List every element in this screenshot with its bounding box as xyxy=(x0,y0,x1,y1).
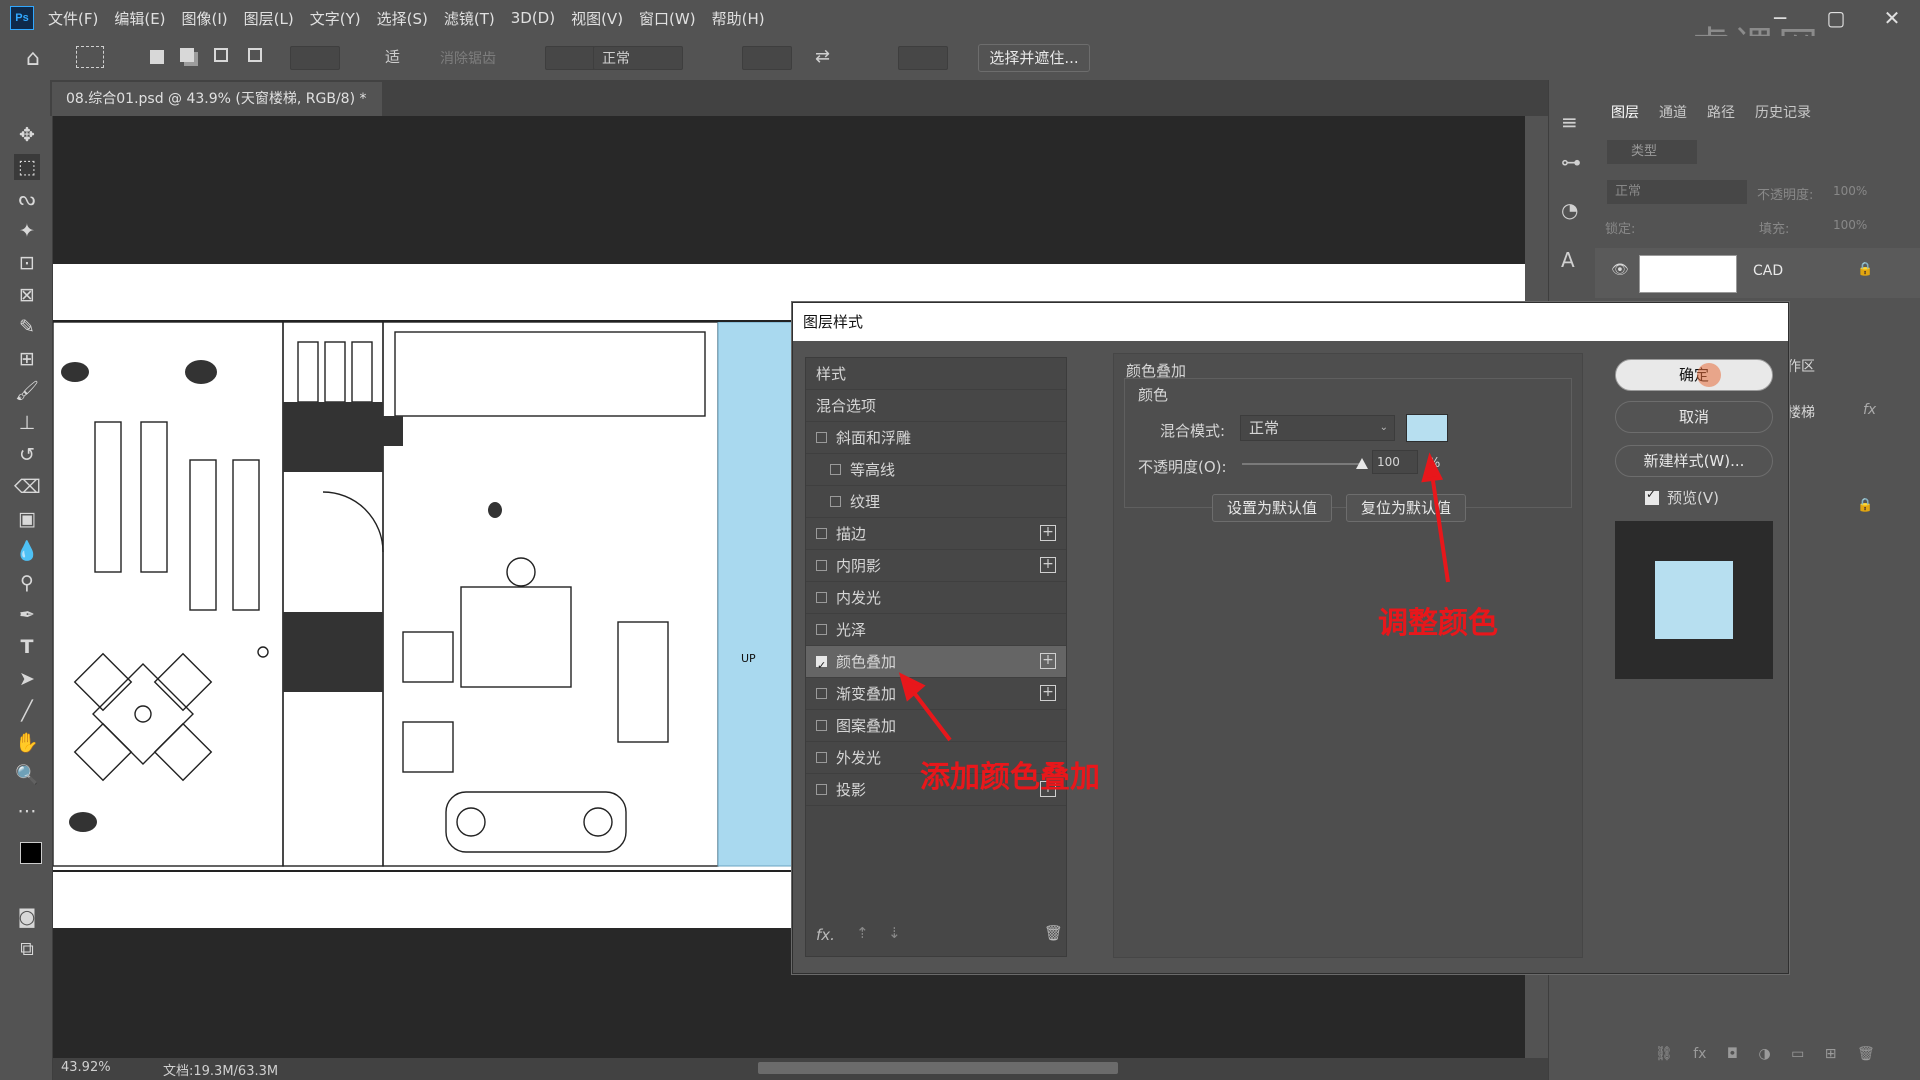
annotation-add-overlay: 添加颜色叠加 xyxy=(920,760,1100,795)
arrow-head-icon xyxy=(898,672,926,702)
arrow-head-icon-2 xyxy=(1421,452,1444,483)
annotation-adjust-color: 调整颜色 xyxy=(1378,606,1498,641)
arrow-to-color-swatch xyxy=(1430,473,1450,583)
annotation-arrows xyxy=(898,452,1450,742)
arrow-to-color-overlay xyxy=(910,688,952,742)
